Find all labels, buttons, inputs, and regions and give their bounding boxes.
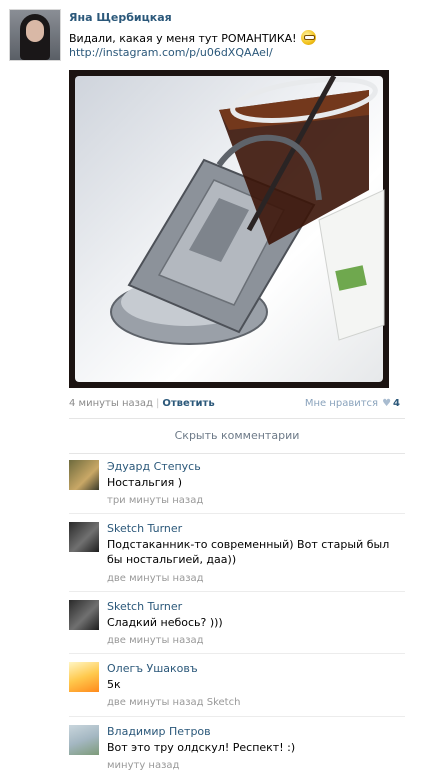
commenter-avatar[interactable] (69, 600, 99, 630)
post-text: Видали, какая у меня тут РОМАНТИКА! (69, 32, 297, 45)
like-count: 4 (393, 398, 400, 409)
comment-item: Эдуард Степусь Ностальгия ) три минуты н… (69, 460, 405, 506)
comment-time[interactable]: три минуты назад (107, 495, 203, 506)
comment-text: Подстаканник-то современный) Вот старый … (107, 538, 390, 566)
comment-author[interactable]: Олегъ Ушаковъ (107, 662, 198, 675)
comment-time[interactable]: минуту назад (107, 760, 179, 771)
like-control[interactable]: Мне нравится ♥ 4 (305, 398, 400, 409)
comment-author[interactable]: Sketch Turner (107, 600, 182, 613)
meta-separator: | (155, 398, 160, 409)
comment-author[interactable]: Эдуард Степусь (107, 460, 201, 473)
comment-item: Владимир Петров Вот это тру олдскул! Рес… (69, 725, 405, 773)
reply-link[interactable]: Ответить (162, 398, 214, 409)
post-meta: 4 минуты назад | Ответить (69, 398, 215, 409)
post-author[interactable]: Яна Щербицкая (69, 11, 172, 24)
post-photo[interactable] (69, 70, 389, 388)
author-avatar[interactable] (9, 9, 61, 61)
comment-text: Сладкий небось? ))) (107, 616, 223, 629)
comment-divider (69, 513, 405, 514)
avatar-face (26, 20, 44, 42)
comment-author[interactable]: Владимир Петров (107, 725, 211, 738)
post-link[interactable]: http://instagram.com/p/u06dXQAAel/ (69, 46, 273, 59)
commenter-avatar[interactable] (69, 662, 99, 692)
box-shape (318, 189, 385, 341)
hide-comments-button[interactable]: Скрыть комментарии (69, 418, 405, 454)
commenter-avatar[interactable] (69, 460, 99, 490)
tea-glass-illustration (110, 74, 385, 345)
comment-item: Sketch Turner Подстаканник-то современны… (69, 522, 405, 586)
comment-time[interactable]: две минуты назад (107, 635, 204, 646)
heart-icon: ♥ (382, 398, 392, 409)
commenter-avatar[interactable] (69, 725, 99, 755)
comment-divider (69, 591, 405, 592)
wall-post: Яна Щербицкая Видали, какая у меня тут Р… (0, 0, 428, 778)
grin-smiley-icon (300, 30, 316, 45)
comment-time[interactable]: две минуты назад (107, 573, 204, 584)
comment-text: Ностальгия ) (107, 476, 183, 489)
commenter-avatar[interactable] (69, 522, 99, 552)
like-label: Мне нравится (304, 398, 379, 409)
comment-divider (69, 716, 405, 717)
comment-text: Вот это тру олдскул! Респект! :) (107, 741, 296, 754)
comment-divider (69, 653, 405, 654)
comment-item: Олегъ Ушаковъ 5к две минуты назад Sketch (69, 662, 405, 710)
comment-time[interactable]: две минуты назад Sketch (107, 697, 240, 708)
comment-author[interactable]: Sketch Turner (107, 522, 182, 535)
comment-item: Sketch Turner Сладкий небось? ))) две ми… (69, 600, 405, 648)
comment-text: 5к (107, 678, 121, 691)
post-time[interactable]: 4 минуты назад (69, 398, 153, 409)
post-text-line: Видали, какая у меня тут РОМАНТИКА! (69, 30, 316, 45)
